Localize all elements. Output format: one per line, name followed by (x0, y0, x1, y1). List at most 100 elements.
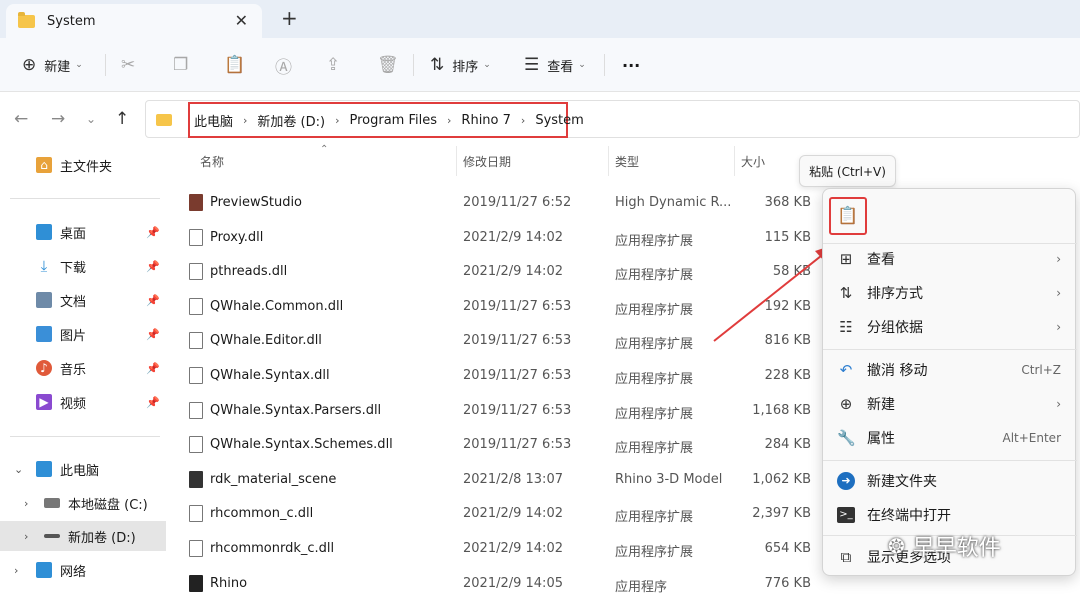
table-row[interactable]: pthreads.dll 2021/2/9 14:02 应用程序扩展 58 KB (178, 255, 823, 290)
sidebar-item-label: 下载 (60, 260, 87, 276)
menu-item-undo[interactable]: ↶ 撤消 移动 Ctrl+Z (823, 354, 1077, 386)
cut-button[interactable]: ✂ (121, 52, 135, 78)
table-row[interactable]: Rhino 2021/2/9 14:05 应用程序 776 KB (178, 567, 823, 595)
column-header-type[interactable]: 类型 (615, 146, 639, 176)
column-divider[interactable] (734, 146, 735, 176)
file-type: 应用程序 (615, 579, 668, 595)
dll-file-icon (189, 401, 203, 419)
column-header-name[interactable]: 名称 (200, 146, 224, 176)
copy-button[interactable]: ❐ (173, 52, 188, 78)
delete-button[interactable]: 🗑 (377, 52, 399, 78)
table-row[interactable]: QWhale.Syntax.dll 2019/11/27 6:53 应用程序扩展 22… (178, 359, 823, 394)
chevron-right-icon[interactable]: › (24, 530, 28, 543)
sidebar-item-this-pc[interactable]: ⌄ 此电脑 (0, 454, 166, 484)
sidebar-item-drive-d[interactable]: › 新加卷 (D:) (0, 521, 166, 551)
pin-icon[interactable]: 📌 (146, 396, 160, 409)
menu-item-new-folder[interactable]: ➜ 新建文件夹 (823, 465, 1077, 497)
menu-item-group[interactable]: ☷ 分组依据 › (823, 311, 1077, 343)
table-row[interactable]: QWhale.Syntax.Parsers.dll 2019/11/27 6:53… (178, 394, 823, 429)
table-row[interactable]: Proxy.dll 2021/2/9 14:02 应用程序扩展 115 KB (178, 221, 823, 256)
new-tab-button[interactable]: + (281, 6, 298, 30)
table-row[interactable]: QWhale.Syntax.Schemes.dll 2019/11/27 6:53… (178, 428, 823, 463)
table-row[interactable]: QWhale.Editor.dll 2019/11/27 6:53 应用程序扩展 81… (178, 324, 823, 359)
new-folder-icon: ➜ (837, 472, 855, 490)
dll-file-icon (189, 367, 203, 384)
file-name: QWhale.Syntax.dll (210, 368, 330, 383)
table-row[interactable]: rhcommon_c.dll 2021/2/9 14:02 应用程序扩展 2,397 … (178, 497, 823, 532)
sidebar-item-music[interactable]: ♪ 音乐 📌 (0, 353, 166, 383)
file-size: 115 KB (764, 229, 811, 245)
file-size: 816 KB (764, 333, 811, 349)
sidebar-item-home[interactable]: ⌂ 主文件夹 (0, 150, 166, 180)
recent-chevron-icon[interactable]: ⌄ (86, 112, 96, 126)
crumb-rhino7[interactable]: Rhino 7 (461, 113, 510, 128)
menu-item-sort[interactable]: ⇅ 排序方式 › (823, 277, 1077, 309)
menu-item-properties[interactable]: 🔧 属性 Alt+Enter (823, 422, 1077, 454)
menu-item-view[interactable]: ⊞ 查看 › (823, 243, 1077, 275)
column-divider[interactable] (456, 146, 457, 176)
chevron-down-icon[interactable]: ⌄ (14, 463, 23, 476)
paste-button[interactable]: 📋 (224, 52, 245, 78)
dll-file-icon (189, 263, 203, 281)
crumb-system[interactable]: System (535, 113, 583, 128)
file-size: 284 KB (764, 437, 811, 453)
pin-icon[interactable]: 📌 (146, 260, 160, 273)
sort-button[interactable]: ⇅ 排序 ⌄ (430, 52, 491, 78)
file-name: QWhale.Syntax.Parsers.dll (210, 402, 382, 418)
new-button[interactable]: ⊕ 新建 ⌄ (22, 52, 83, 78)
column-divider[interactable] (608, 146, 609, 176)
crumb-program-files[interactable]: Program Files (350, 113, 438, 128)
chevron-right-icon[interactable]: › (14, 564, 18, 577)
rhino-icon (189, 574, 203, 592)
menu-item-terminal[interactable]: >_ 在终端中打开 (823, 499, 1077, 531)
dll-file-icon (189, 540, 203, 557)
table-row[interactable]: PreviewStudio 2019/11/27 6:52 High Dynamic… (178, 186, 823, 221)
pin-icon[interactable]: 📌 (146, 328, 160, 341)
back-arrow-icon[interactable]: ← (14, 109, 28, 129)
dll-file-icon (189, 297, 203, 315)
sidebar-item-network[interactable]: › 网络 (0, 555, 166, 585)
file-type: 应用程序扩展 (615, 233, 694, 249)
file-date: 2021/2/9 14:02 (463, 541, 563, 556)
shortcut-label: Alt+Enter (1002, 431, 1061, 445)
table-row[interactable]: QWhale.Common.dll 2019/11/27 6:53 应用程序扩展 19… (178, 290, 823, 325)
file-size: 228 KB (764, 368, 811, 383)
tab-system[interactable]: System ✕ (6, 4, 262, 38)
forward-arrow-icon[interactable]: → (51, 109, 65, 129)
sidebar-item-documents[interactable]: 文档 📌 (0, 285, 166, 315)
dll-file-icon (189, 436, 203, 454)
column-header-date[interactable]: 修改日期 (463, 146, 511, 176)
column-header-size[interactable]: 大小 (741, 146, 765, 176)
paste-tooltip: 粘贴 (Ctrl+V) (799, 155, 896, 187)
dll-file-icon (189, 505, 203, 523)
crumb-this-pc[interactable]: 此电脑 (194, 111, 233, 130)
plus-circle-icon: ⊕ (839, 395, 853, 413)
view-lines-icon: ☰ (524, 55, 540, 75)
close-icon[interactable]: ✕ (235, 11, 248, 30)
breadcrumb[interactable]: 此电脑 › 新加卷 (D:) › Program Files › Rhino 7… (188, 102, 584, 138)
sidebar-item-downloads[interactable]: ⤓ 下载 📌 (0, 251, 166, 281)
crumb-drive-d[interactable]: 新加卷 (D:) (257, 111, 325, 130)
share-button[interactable]: ⇪ (326, 52, 340, 78)
file-name: QWhale.Common.dll (210, 298, 344, 314)
chevron-right-icon[interactable]: › (24, 497, 28, 510)
table-row[interactable]: rdk_material_scene 2021/2/8 13:07 Rhino 3-… (178, 463, 823, 498)
up-arrow-icon[interactable]: ↑ (115, 109, 129, 129)
menu-item-new[interactable]: ⊕ 新建 › (823, 388, 1077, 420)
sidebar-item-videos[interactable]: ▶ 视频 📌 (0, 387, 166, 417)
view-button[interactable]: ☰ 查看 ⌄ (524, 52, 586, 78)
context-paste-button[interactable]: 📋 (829, 197, 867, 235)
file-size: 1,168 KB (752, 402, 811, 418)
pin-icon[interactable]: 📌 (146, 362, 160, 375)
more-button[interactable]: ··· (622, 52, 640, 78)
file-name: Rhino (210, 575, 248, 591)
sidebar-item-drive-c[interactable]: › 本地磁盘 (C:) (0, 488, 166, 518)
table-row[interactable]: rhcommonrdk_c.dll 2021/2/9 14:02 应用程序扩展 654… (178, 532, 823, 567)
sidebar-item-pictures[interactable]: 图片 📌 (0, 319, 166, 349)
pin-icon[interactable]: 📌 (146, 226, 160, 239)
divider (10, 198, 160, 199)
pin-icon[interactable]: 📌 (146, 294, 160, 307)
rename-button[interactable]: Ⓐ (275, 52, 292, 78)
sidebar-item-desktop[interactable]: 桌面 📌 (0, 217, 166, 247)
grid-icon: ⊞ (839, 250, 853, 268)
